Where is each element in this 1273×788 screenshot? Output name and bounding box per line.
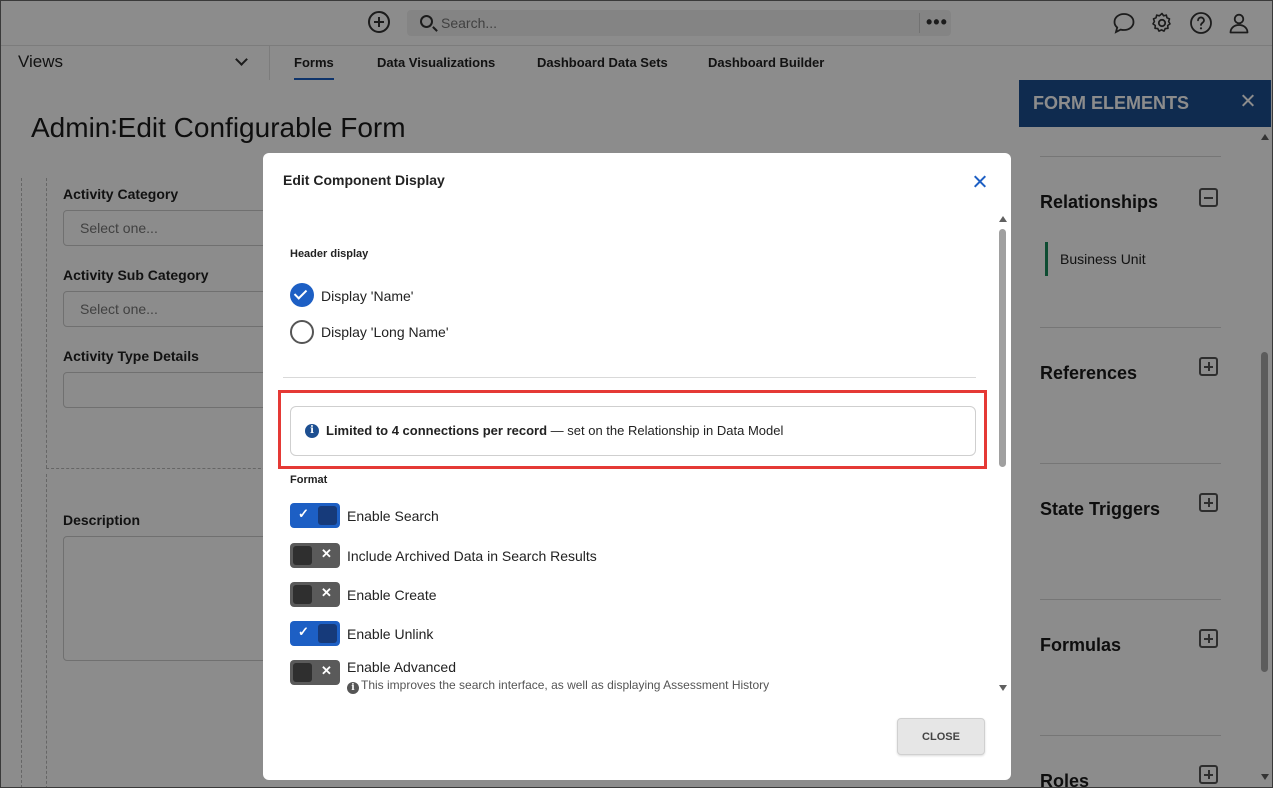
notice-text: Limited to 4 connections per record — se… bbox=[326, 423, 783, 438]
hint-text: This improves the search interface, as w… bbox=[361, 678, 770, 692]
radio-label[interactable]: Display 'Name' bbox=[321, 288, 413, 304]
toggle-label: Enable Search bbox=[347, 508, 439, 524]
connection-limit-notice: i Limited to 4 connections per record — … bbox=[290, 406, 976, 456]
divider bbox=[283, 377, 976, 378]
app-window: ••• Views Forms Data Visualizations Dash… bbox=[0, 0, 1273, 788]
scroll-up-icon[interactable] bbox=[999, 216, 1007, 222]
toggle-label: Include Archived Data in Search Results bbox=[347, 548, 597, 564]
edit-component-display-modal: Edit Component Display Header display Di… bbox=[263, 153, 1011, 780]
x-icon: ✕ bbox=[321, 663, 332, 678]
radio-display-name[interactable] bbox=[290, 283, 314, 307]
toggle-enable-advanced[interactable]: ✕ bbox=[290, 660, 340, 685]
scroll-down-icon[interactable] bbox=[999, 685, 1007, 691]
check-icon bbox=[293, 286, 308, 300]
advanced-hint: i This improves the search interface, as … bbox=[347, 678, 769, 694]
toggle-label: Enable Advanced bbox=[347, 659, 456, 675]
notice-bold-text: Limited to 4 connections per record bbox=[326, 423, 548, 438]
radio-label[interactable]: Display 'Long Name' bbox=[321, 324, 449, 340]
toggle-knob bbox=[318, 506, 337, 525]
toggle-label: Enable Unlink bbox=[347, 626, 434, 642]
x-icon: ✕ bbox=[321, 585, 332, 600]
scrollbar-thumb[interactable] bbox=[999, 229, 1006, 467]
close-button[interactable]: CLOSE bbox=[897, 718, 985, 755]
check-icon: ✓ bbox=[298, 624, 309, 639]
toggle-enable-unlink[interactable]: ✓ bbox=[290, 621, 340, 646]
notice-rest-text: — set on the Relationship in Data Model bbox=[547, 423, 784, 438]
modal-title: Edit Component Display bbox=[283, 172, 445, 188]
format-label: Format bbox=[290, 474, 328, 486]
header-display-label: Header display bbox=[290, 248, 369, 260]
toggle-knob bbox=[293, 663, 312, 682]
toggle-label: Enable Create bbox=[347, 587, 437, 603]
x-icon: ✕ bbox=[321, 546, 332, 561]
info-icon: i bbox=[305, 424, 319, 438]
modal-scrollbar[interactable] bbox=[997, 215, 1009, 695]
toggle-include-archived[interactable]: ✕ bbox=[290, 543, 340, 568]
toggle-knob bbox=[293, 585, 312, 604]
toggle-enable-create[interactable]: ✕ bbox=[290, 582, 340, 607]
info-icon: i bbox=[347, 682, 359, 694]
close-icon[interactable] bbox=[971, 173, 989, 191]
check-icon: ✓ bbox=[298, 506, 309, 521]
radio-display-long-name[interactable] bbox=[290, 320, 314, 344]
toggle-knob bbox=[293, 546, 312, 565]
toggle-knob bbox=[318, 624, 337, 643]
toggle-enable-search[interactable]: ✓ bbox=[290, 503, 340, 528]
